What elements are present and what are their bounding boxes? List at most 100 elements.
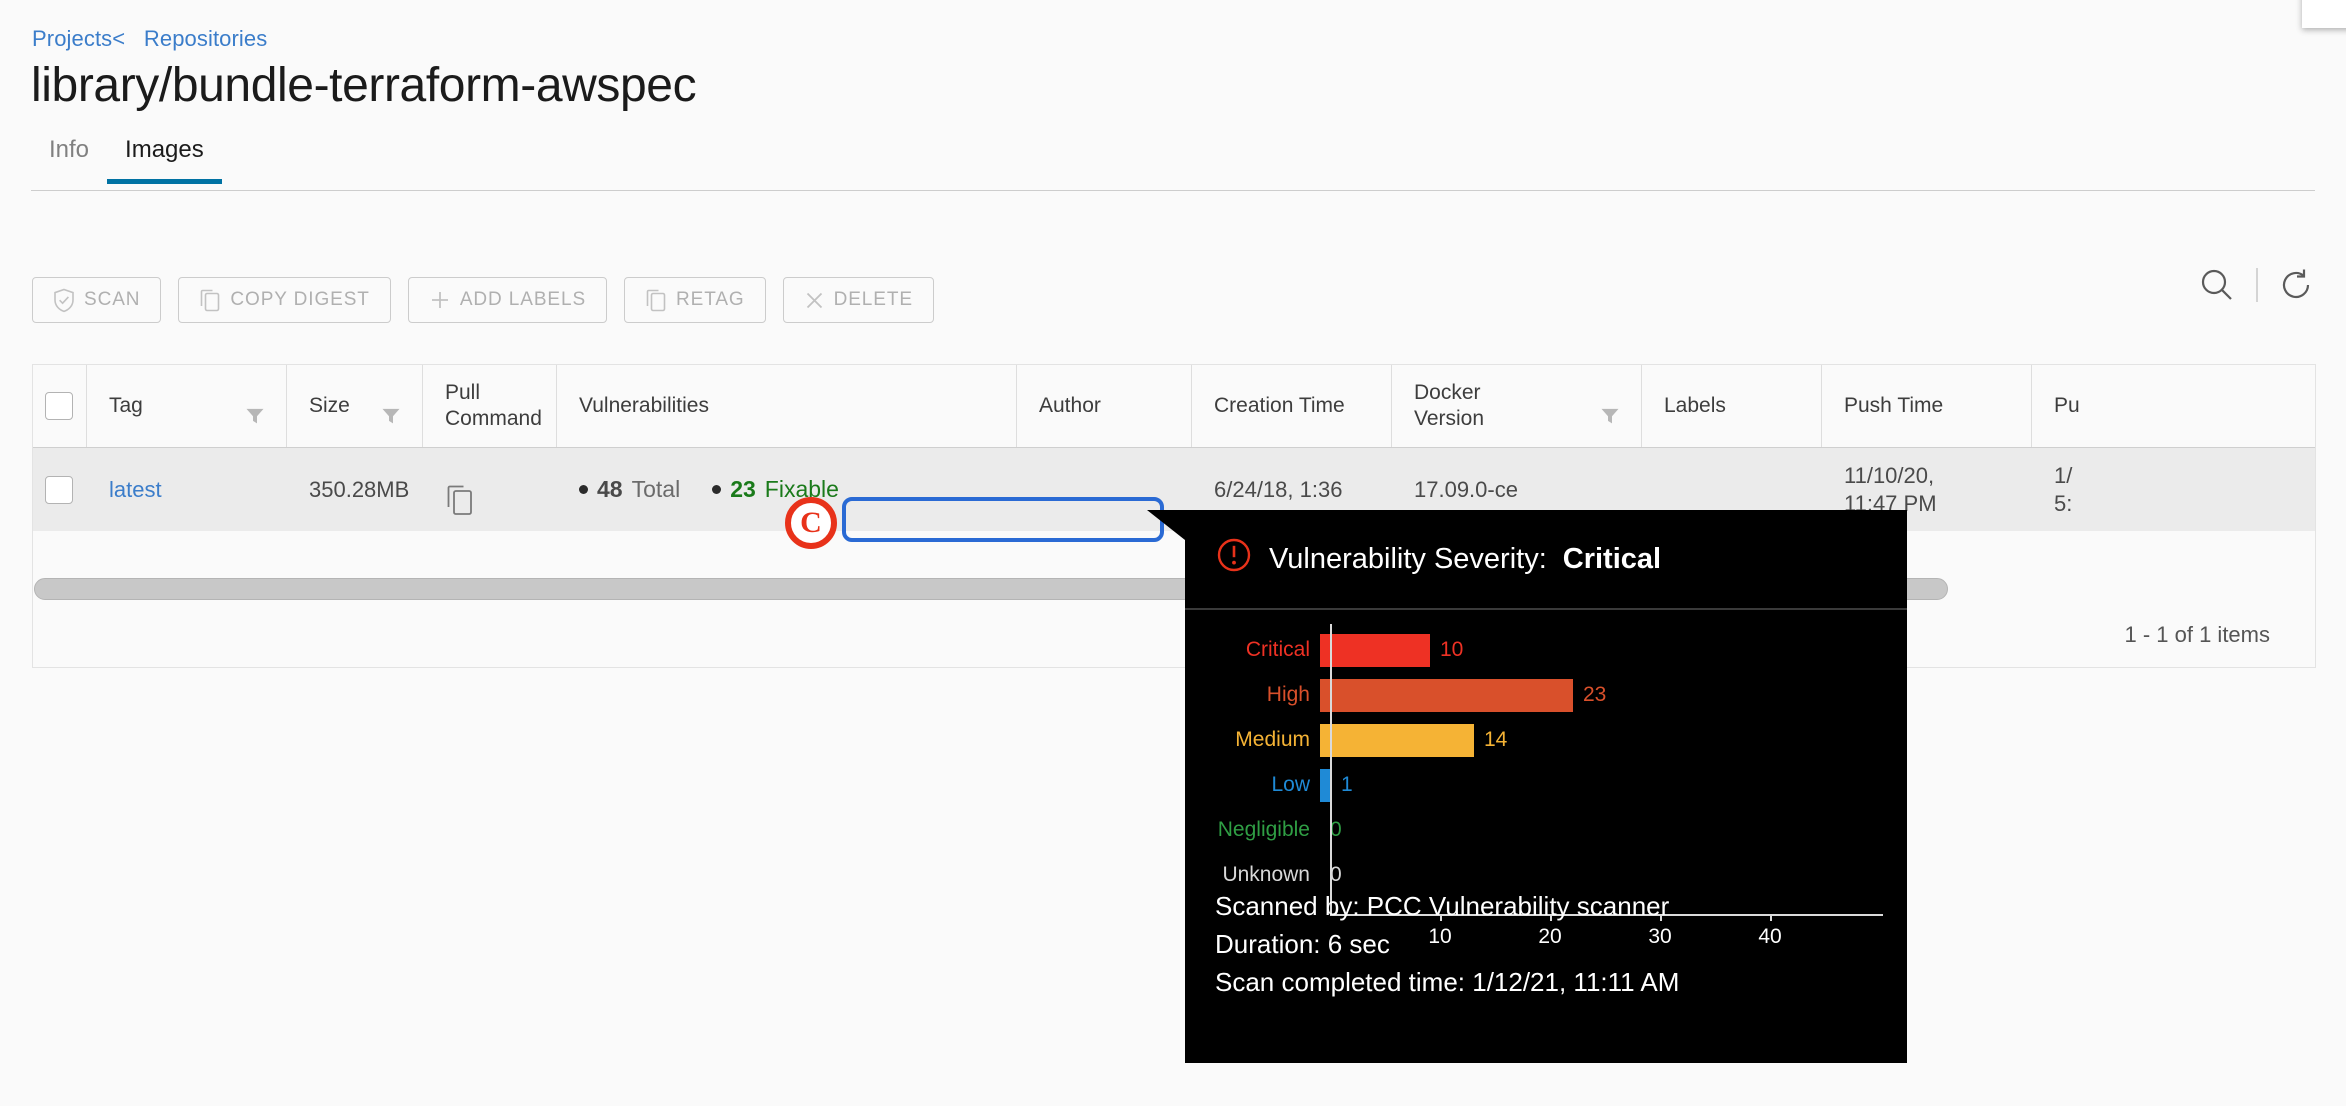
vulnerability-tooltip: Vulnerability Severity: Critical Critica… xyxy=(1147,510,1907,1063)
page-root: Projects< Repositories library/bundle-te… xyxy=(0,0,2346,1106)
chart-x-tick-label: 40 xyxy=(1758,925,1782,948)
cell-size: 350.28MB xyxy=(309,476,410,502)
tab-bar: Info Images xyxy=(31,136,222,184)
chart-bar xyxy=(1320,678,1573,712)
table-header-vulnerabilities: Vulnerabilities xyxy=(557,365,1017,447)
filter-icon[interactable] xyxy=(1599,379,1621,433)
breadcrumb: Projects< Repositories xyxy=(32,26,267,52)
table-header-size-label: Size xyxy=(309,394,350,418)
page-title: library/bundle-terraform-awspec xyxy=(31,59,697,112)
corner-panel xyxy=(2302,0,2346,28)
chart-bar-row: Medium 14 xyxy=(1185,720,1507,760)
plus-icon xyxy=(429,289,451,311)
chart-bar-value: 10 xyxy=(1440,638,1464,661)
chart-bar-label: Unknown xyxy=(1222,863,1310,886)
tooltip-severity-value: Critical xyxy=(1562,542,1662,575)
bullet-dot-icon xyxy=(579,485,588,494)
breadcrumb-projects[interactable]: Projects< xyxy=(32,26,125,51)
row-checkbox[interactable] xyxy=(45,475,73,504)
table-header-docker-version-label: Docker Version xyxy=(1414,381,1485,430)
chart-plot-area: Critical 10 High 23 Medium 14 Low 1 Negligible 0 U… xyxy=(1185,622,1907,948)
table-header-tag-label: Tag xyxy=(109,394,143,418)
search-icon[interactable] xyxy=(2198,266,2236,304)
tab-underline xyxy=(31,190,2315,191)
severity-bar-chart: Critical 10 High 23 Medium 14 Low 1 Negligible 0 U… xyxy=(1185,610,1907,948)
table-header-docker-version[interactable]: Docker Version xyxy=(1392,365,1642,447)
refresh-icon[interactable] xyxy=(2278,266,2316,304)
retag-button-label: RETAG xyxy=(676,289,745,310)
table-header-push-time-label: Push Time xyxy=(1844,394,1944,418)
vuln-fixable-count: 23 xyxy=(730,476,756,503)
chart-x-tick xyxy=(1770,914,1772,921)
shield-check-icon xyxy=(53,288,75,313)
scanned-by-text: Scanned by: PCC Vulnerability scanner xyxy=(1215,891,1670,921)
chart-y-axis xyxy=(1330,624,1332,914)
table-header-author-label: Author xyxy=(1039,394,1101,418)
alert-circle-icon xyxy=(1215,536,1253,582)
table-header-pull-command-label: Pull Command xyxy=(445,381,542,430)
cell-pull-time: 1/ 5: xyxy=(2054,463,2073,516)
annotation-marker-c: C xyxy=(785,497,837,549)
chart-bar-label: High xyxy=(1266,683,1310,706)
scan-button[interactable]: SCAN xyxy=(32,277,162,323)
action-toolbar: SCAN COPY DIGEST ADD LABELS RETAG DELETE xyxy=(32,277,934,323)
copy-icon xyxy=(199,288,221,313)
row-select-cell xyxy=(33,448,87,531)
tooltip-arrow xyxy=(1147,510,1185,540)
chart-bar-row: Negligible 0 xyxy=(1185,810,1342,850)
tab-images[interactable]: Images xyxy=(107,136,222,184)
table-header-pull-time: Pu xyxy=(2032,365,2132,447)
toolbar-divider xyxy=(2256,268,2258,302)
tooltip-footer: Scanned by: PCC Vulnerability scanner Du… xyxy=(1185,888,1709,1002)
toolbar-right-actions xyxy=(2198,266,2316,304)
filter-icon[interactable] xyxy=(244,379,266,433)
table-header-pull-time-label: Pu xyxy=(2054,394,2080,418)
table-header-vulnerabilities-label: Vulnerabilities xyxy=(579,394,709,418)
cell-pull-command[interactable] xyxy=(423,448,557,531)
breadcrumb-space xyxy=(131,26,137,51)
chart-bar-value: 14 xyxy=(1484,728,1508,751)
close-x-icon xyxy=(804,290,825,311)
table-header-row: Tag Size Pull Command Vulnerabilities Au… xyxy=(33,365,2315,448)
table-header-author: Author xyxy=(1017,365,1192,447)
copy-digest-button-label: COPY DIGEST xyxy=(230,289,370,310)
chart-bar xyxy=(1320,633,1430,667)
pagination-count: 1 - 1 of 1 items xyxy=(2124,622,2270,647)
add-labels-button-label: ADD LABELS xyxy=(459,289,587,310)
copy-icon xyxy=(645,288,667,313)
chart-bar-value: 1 xyxy=(1341,773,1353,796)
table-horizontal-scrollbar[interactable] xyxy=(33,576,2315,602)
duration-text: Duration: 6 sec xyxy=(1215,928,1390,959)
chart-bar-label: Negligible xyxy=(1217,818,1310,841)
tooltip-title-prefix: Vulnerability Severity: xyxy=(1269,542,1547,575)
chart-bar-row: Critical 10 xyxy=(1185,630,1463,670)
table-header-labels-label: Labels xyxy=(1664,394,1726,418)
delete-button[interactable]: DELETE xyxy=(782,277,934,323)
copy-icon[interactable] xyxy=(445,456,475,524)
vuln-total-count: 48 xyxy=(597,476,623,503)
table-footer: 1 - 1 of 1 items xyxy=(32,603,2316,668)
table-header-labels: Labels xyxy=(1642,365,1822,447)
tab-info[interactable]: Info xyxy=(31,136,107,184)
filter-icon[interactable] xyxy=(380,379,402,433)
vuln-total-label: Total xyxy=(631,476,681,503)
table-header-select-all xyxy=(33,365,87,447)
table-header-tag[interactable]: Tag xyxy=(87,365,287,447)
scan-button-label: SCAN xyxy=(84,289,141,310)
chart-bar-label: Critical xyxy=(1245,638,1310,661)
breadcrumb-repositories[interactable]: Repositories xyxy=(144,26,267,51)
table-header-creation-time-label: Creation Time xyxy=(1214,394,1345,418)
bullet-dot-icon xyxy=(712,485,722,494)
table-header-size[interactable]: Size xyxy=(287,365,423,447)
chart-bar-row: Low 1 xyxy=(1185,765,1353,805)
select-all-checkbox[interactable] xyxy=(45,392,73,420)
retag-button[interactable]: RETAG xyxy=(624,277,766,323)
chart-bar-row: High 23 xyxy=(1185,675,1606,715)
cell-tag[interactable]: latest xyxy=(87,448,287,531)
table-header-push-time: Push Time xyxy=(1822,365,2032,447)
add-labels-button[interactable]: ADD LABELS xyxy=(407,277,608,323)
delete-button-label: DELETE xyxy=(833,289,913,310)
chart-bar-label: Medium xyxy=(1235,728,1310,751)
tooltip-header: Vulnerability Severity: Critical xyxy=(1185,510,1907,610)
copy-digest-button[interactable]: COPY DIGEST xyxy=(178,277,391,323)
